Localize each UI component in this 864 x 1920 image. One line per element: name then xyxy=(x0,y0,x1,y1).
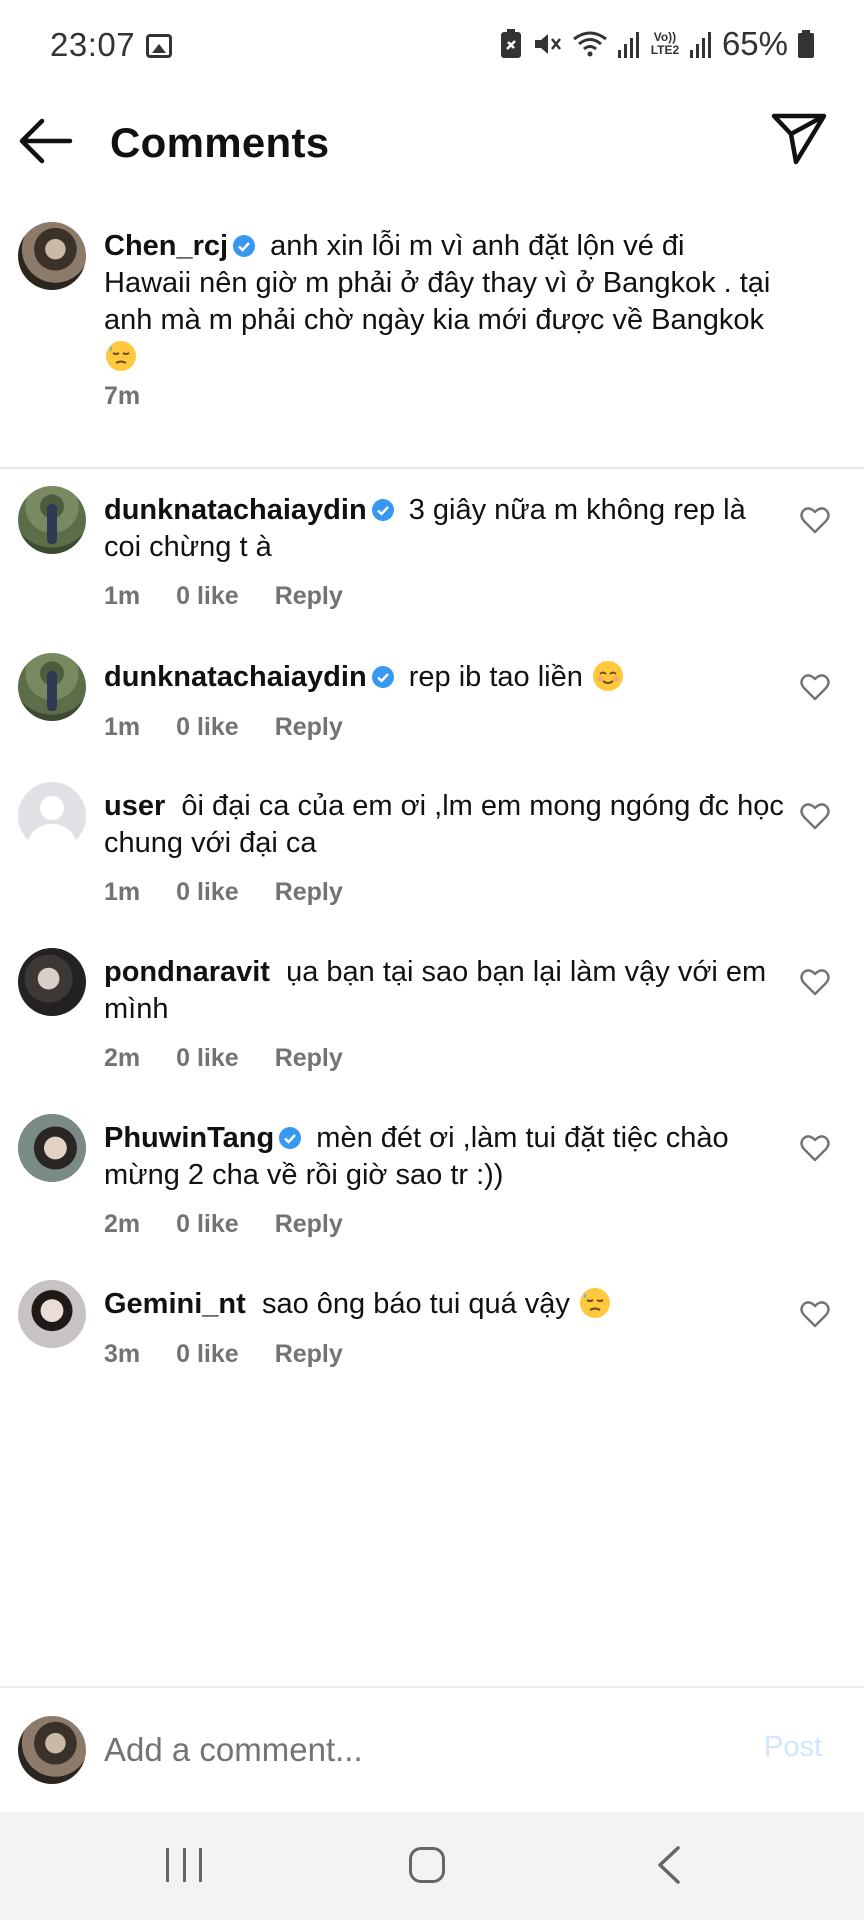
verified-badge-icon xyxy=(233,235,256,257)
comment-meta: 2m 0 like Reply xyxy=(104,1210,343,1239)
username[interactable]: user xyxy=(104,790,165,822)
battery-icon xyxy=(798,30,814,58)
post-button[interactable]: Post xyxy=(764,1731,822,1764)
heart-icon[interactable] xyxy=(800,673,830,701)
home-icon[interactable] xyxy=(409,1847,445,1883)
battery-saver-icon xyxy=(500,29,521,58)
relieved-face-emoji-icon xyxy=(592,661,623,691)
comment-body: ôi đại ca của em ơi ,lm em mong ngóng đc… xyxy=(104,790,784,859)
comment-input[interactable] xyxy=(104,1724,724,1776)
like-count[interactable]: 0 like xyxy=(176,1210,239,1239)
avatar[interactable] xyxy=(18,1280,86,1348)
status-icons: Vo)) LTE2 65% xyxy=(500,24,814,64)
back-icon[interactable] xyxy=(654,1844,684,1886)
reply-button[interactable]: Reply xyxy=(275,713,343,742)
paper-plane-icon[interactable] xyxy=(770,110,828,166)
comment-time: 1m xyxy=(104,582,141,610)
like-count[interactable]: 0 like xyxy=(176,878,239,907)
comment-time: 2m xyxy=(104,1210,141,1238)
battery-percent: 65% xyxy=(721,25,788,62)
comment-meta: 7m xyxy=(104,382,140,411)
heart-icon[interactable] xyxy=(800,968,830,996)
system-nav-bar xyxy=(0,1812,864,1920)
avatar[interactable] xyxy=(18,1114,86,1182)
reply-button[interactable]: Reply xyxy=(275,1210,343,1239)
status-time: 23:07 xyxy=(50,26,136,63)
mute-icon xyxy=(534,34,561,54)
verified-badge-icon xyxy=(371,666,394,688)
comment-text-block: user ôi đại ca của em ơi ,lm em mong ngó… xyxy=(104,788,784,862)
reply-button[interactable]: Reply xyxy=(275,582,343,611)
comment-body: rep ib tao liền xyxy=(408,661,583,693)
signal-icon xyxy=(617,32,639,58)
arrow-left-icon[interactable] xyxy=(16,116,74,166)
gallery-icon xyxy=(146,34,172,58)
heart-icon[interactable] xyxy=(800,1300,830,1328)
comment-text-block: pondnaravit ụa bạn tại sao bạn lại làm v… xyxy=(104,954,784,1028)
avatar[interactable] xyxy=(18,653,86,721)
comment-time: 3m xyxy=(104,1340,141,1368)
username[interactable]: PhuwinTang xyxy=(104,1122,274,1154)
comment-meta: 1m 0 like Reply xyxy=(104,582,343,611)
comment-meta: 2m 0 like Reply xyxy=(104,1044,343,1073)
avatar[interactable] xyxy=(18,222,86,290)
composer-avatar xyxy=(18,1716,86,1784)
comment-body: sao ông báo tui quá vậy xyxy=(261,1288,570,1320)
caption-divider xyxy=(0,467,864,469)
username[interactable]: Chen_rcj xyxy=(104,230,228,262)
verified-badge-icon xyxy=(371,499,394,521)
page-title: Comments xyxy=(110,119,330,166)
composer-divider xyxy=(0,1686,864,1688)
like-count[interactable]: 0 like xyxy=(176,1044,239,1073)
comments-header: Comments xyxy=(0,96,864,192)
caption-text-block: Chen_rcj anh xin lỗi m vì anh đặt lộn vé… xyxy=(104,228,774,376)
username[interactable]: dunknatachaiaydin xyxy=(104,661,367,693)
comment-text-block: Gemini_nt sao ông báo tui quá vậy xyxy=(104,1286,784,1323)
like-count[interactable]: 0 like xyxy=(176,582,239,611)
username[interactable]: pondnaravit xyxy=(104,956,270,988)
like-count[interactable]: 0 like xyxy=(176,1340,239,1369)
network-label: Vo)) LTE2 xyxy=(650,30,680,57)
signal-icon xyxy=(689,32,711,58)
comment-time: 2m xyxy=(104,1044,141,1072)
comment-time: 1m xyxy=(104,878,141,906)
reply-button[interactable]: Reply xyxy=(275,878,343,907)
avatar[interactable] xyxy=(18,782,86,850)
comment-meta: 1m 0 like Reply xyxy=(104,713,343,742)
avatar[interactable] xyxy=(18,948,86,1016)
comment-text-block: dunknatachaiaydin rep ib tao liền xyxy=(104,659,784,696)
status-bar: 23:07 Vo)) LTE2 65% xyxy=(0,0,864,96)
downcast-sweat-emoji-icon xyxy=(106,341,136,371)
recents-icon[interactable] xyxy=(166,1848,202,1882)
heart-icon[interactable] xyxy=(800,1134,830,1162)
downcast-sweat-emoji-icon xyxy=(579,1288,610,1318)
comment-meta: 3m 0 like Reply xyxy=(104,1340,343,1369)
comment-meta: 1m 0 like Reply xyxy=(104,878,343,907)
heart-icon[interactable] xyxy=(800,802,830,830)
verified-badge-icon xyxy=(279,1127,302,1149)
reply-button[interactable]: Reply xyxy=(275,1340,343,1369)
comment-time: 1m xyxy=(104,713,141,741)
comment-text-block: dunknatachaiaydin 3 giây nữa m không rep… xyxy=(104,492,784,566)
username[interactable]: dunknatachaiaydin xyxy=(104,494,367,526)
comment-time: 7m xyxy=(104,382,141,410)
like-count[interactable]: 0 like xyxy=(176,713,239,742)
reply-button[interactable]: Reply xyxy=(275,1044,343,1073)
wifi-icon xyxy=(573,31,607,57)
username[interactable]: Gemini_nt xyxy=(104,1288,246,1320)
heart-icon[interactable] xyxy=(800,506,830,534)
avatar[interactable] xyxy=(18,486,86,554)
comment-text-block: PhuwinTang mèn đét ơi ,làm tui đặt tiệc … xyxy=(104,1120,784,1194)
